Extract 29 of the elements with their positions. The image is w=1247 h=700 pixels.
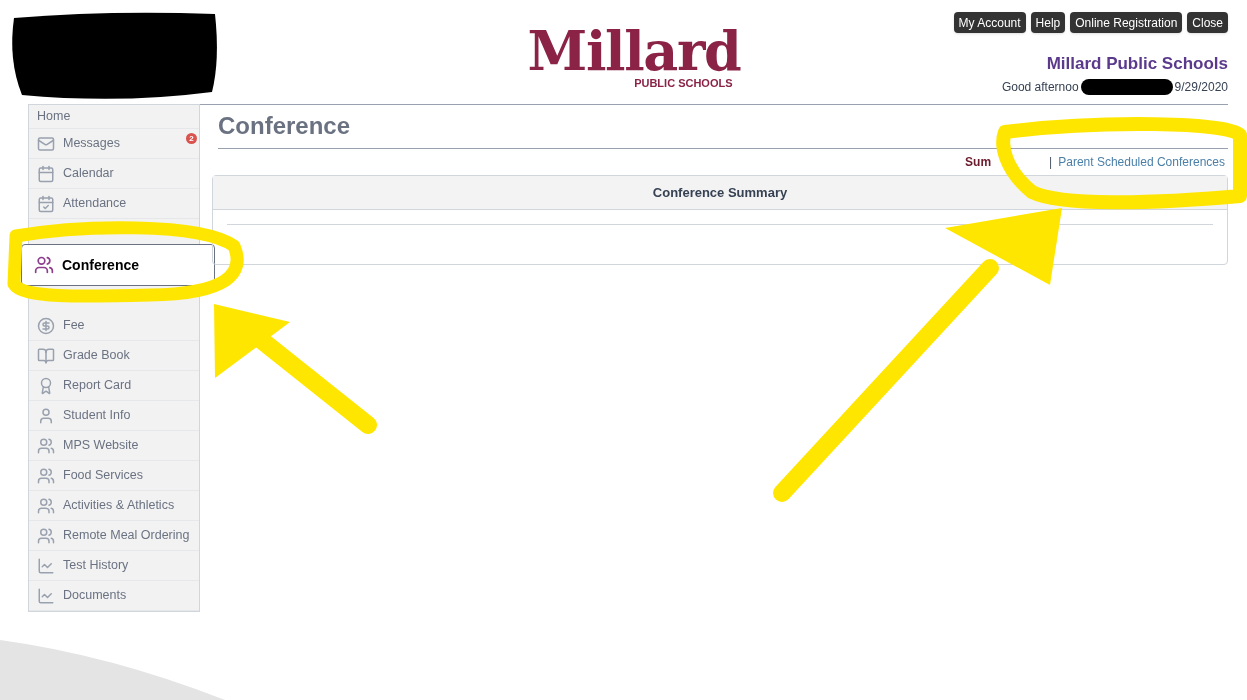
greeting-text: Good afternoo bbox=[1001, 78, 1079, 96]
header-button[interactable]: My Account bbox=[953, 12, 1026, 33]
people-icon bbox=[37, 496, 55, 515]
header-button[interactable]: Close bbox=[1187, 12, 1228, 33]
calendar-icon bbox=[37, 164, 55, 183]
link-separator: | bbox=[1049, 154, 1053, 171]
line-chart-icon bbox=[37, 586, 55, 605]
people-icon bbox=[37, 466, 55, 485]
header-button[interactable]: Help bbox=[1030, 12, 1066, 33]
view-link[interactable]: Parent Scheduled Conferences bbox=[1058, 153, 1225, 171]
calendar-check-icon bbox=[37, 194, 55, 213]
book-icon bbox=[37, 346, 55, 365]
person-icon bbox=[37, 406, 55, 425]
header-button[interactable]: Online Registration bbox=[1070, 12, 1183, 33]
sidebar-item[interactable]: Conference bbox=[21, 244, 215, 286]
people-icon bbox=[37, 526, 55, 545]
logo-tagline: PUBLIC SCHOOLS bbox=[634, 75, 733, 91]
unread-badge: 2 bbox=[186, 133, 197, 144]
view-link[interactable]: Sum bbox=[965, 153, 992, 171]
logo-wordmark: Millard bbox=[527, 26, 741, 75]
date-text: 9/29/2020 bbox=[1174, 78, 1228, 96]
people-icon bbox=[34, 255, 54, 275]
district-name: Millard Public Schools bbox=[1046, 53, 1228, 75]
people-icon bbox=[37, 436, 55, 455]
panel-title: Conference Summary bbox=[652, 183, 788, 202]
page-title: Conference bbox=[218, 111, 351, 141]
line-chart-icon bbox=[37, 556, 55, 575]
dollar-coin-icon bbox=[37, 316, 55, 335]
envelope-icon bbox=[37, 134, 55, 153]
